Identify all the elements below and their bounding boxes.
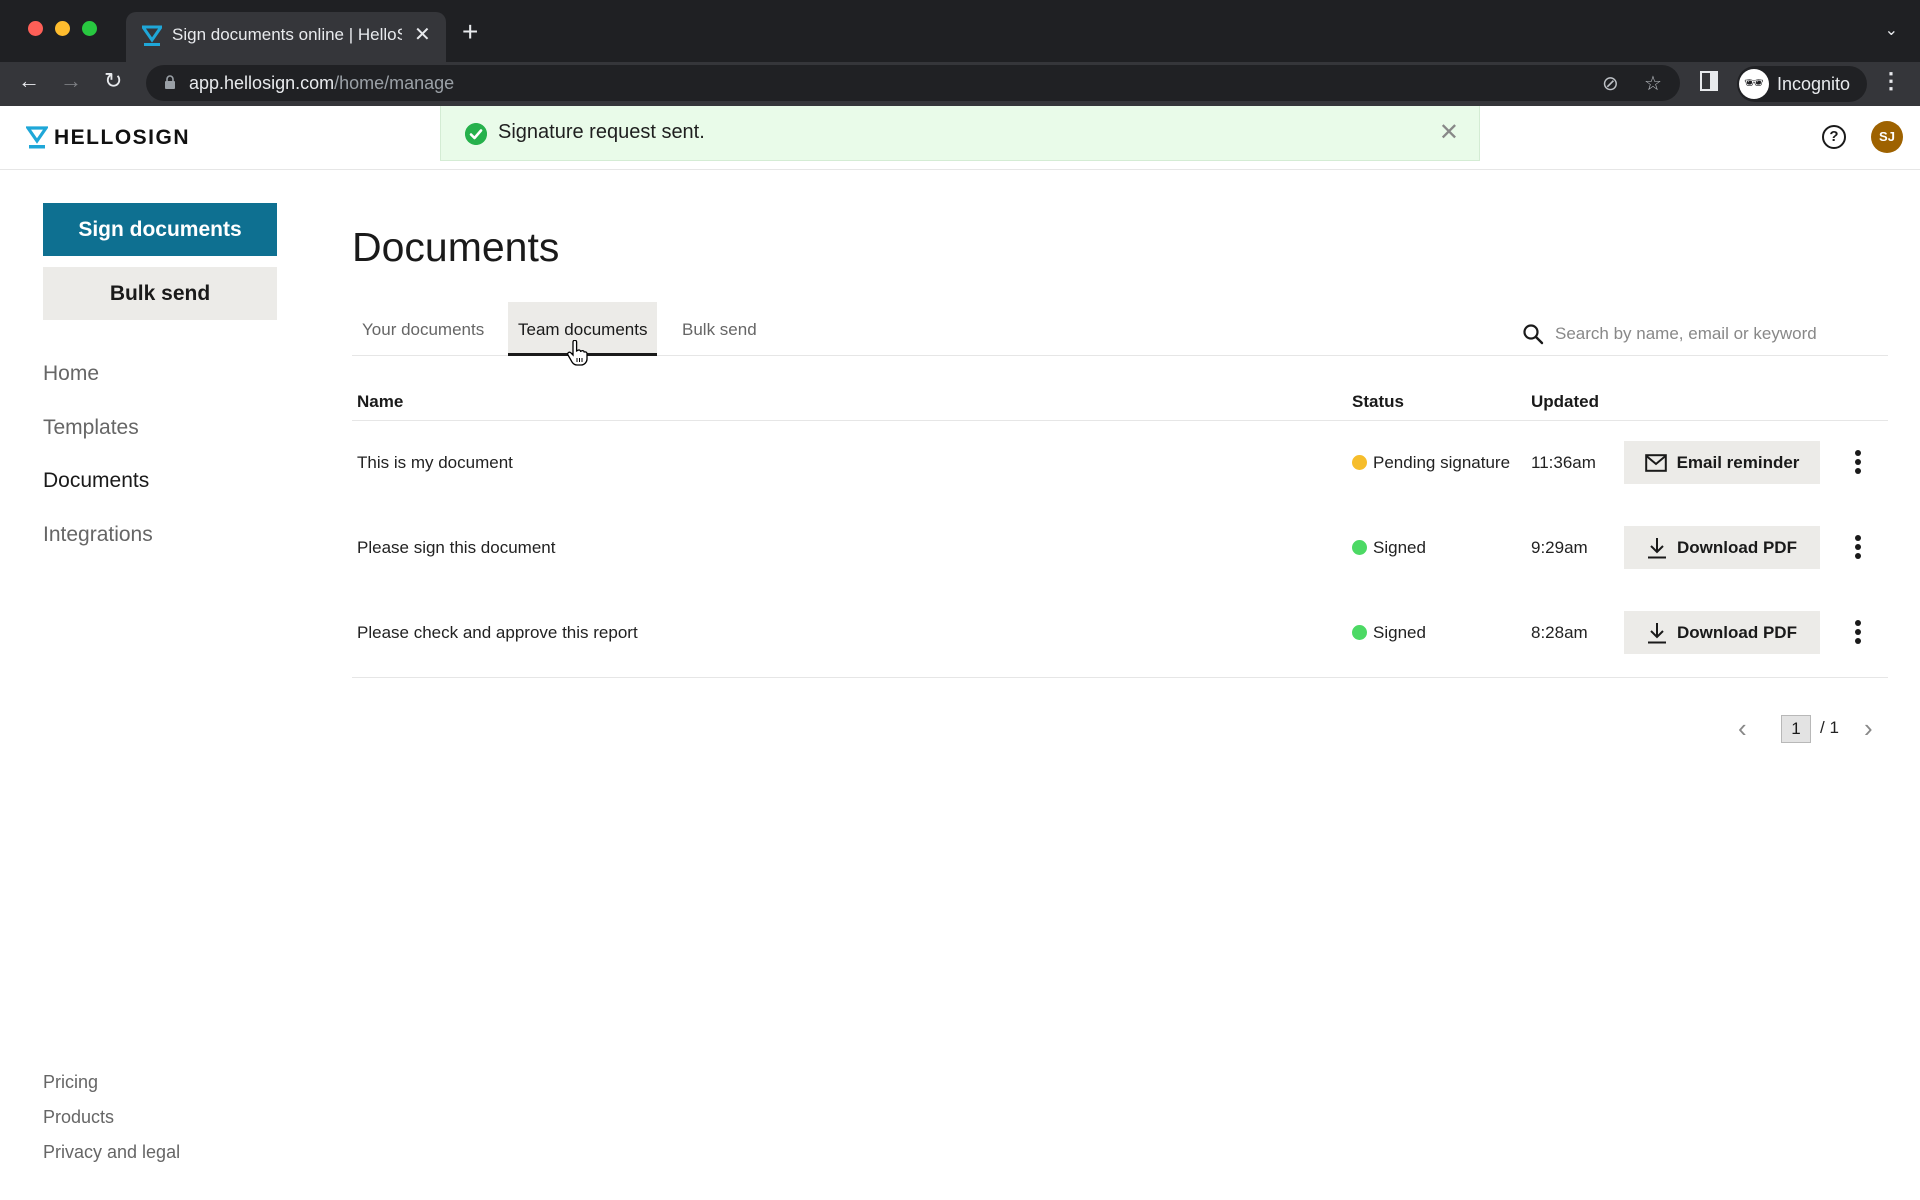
search-input[interactable] xyxy=(1555,318,1885,350)
footer-link-products[interactable]: Products xyxy=(43,1107,180,1142)
column-header-updated[interactable]: Updated xyxy=(1531,392,1599,412)
total-pages: / 1 xyxy=(1820,718,1839,737)
table-header: Name Status Updated xyxy=(352,386,1888,421)
close-toast-icon[interactable]: ✕ xyxy=(1439,118,1459,147)
success-toast: Signature request sent. ✕ xyxy=(440,106,1480,161)
url-text: app.hellosign.com/home/manage xyxy=(189,73,455,93)
bookmark-star-icon[interactable]: ☆ xyxy=(1644,71,1662,96)
hellosign-favicon-icon xyxy=(142,25,162,46)
brand-name: HELLOSIGN xyxy=(54,126,191,149)
address-bar[interactable]: app.hellosign.com/home/manage ⊘ ☆ xyxy=(146,65,1680,101)
hand-pointer-cursor-icon xyxy=(567,340,588,366)
maximize-window-button[interactable] xyxy=(82,21,97,36)
download-pdf-label: Download PDF xyxy=(1677,622,1797,642)
forward-arrow-icon[interactable]: → xyxy=(60,68,82,94)
column-header-name[interactable]: Name xyxy=(357,392,403,412)
column-header-status[interactable]: Status xyxy=(1352,392,1404,412)
status-text: Signed xyxy=(1373,538,1426,557)
lock-icon xyxy=(165,75,175,89)
check-circle-icon xyxy=(465,123,487,145)
status-badge: Signed xyxy=(1352,505,1426,590)
document-name[interactable]: This is my document xyxy=(357,420,513,505)
browser-tab-bar: Sign documents online | HelloSign ✕ + ⌄ xyxy=(0,0,1920,62)
hellosign-logo-icon xyxy=(26,126,48,149)
help-icon[interactable]: ? xyxy=(1822,125,1846,149)
tab-title: Sign documents online | HelloSign xyxy=(172,25,402,44)
download-pdf-button[interactable]: Download PDF xyxy=(1624,611,1820,654)
sidebar-item-templates[interactable]: Templates xyxy=(43,416,153,470)
reload-icon[interactable]: ↻ xyxy=(104,68,122,94)
download-icon xyxy=(1648,537,1667,558)
sign-documents-button[interactable]: Sign documents xyxy=(43,203,277,256)
search-icon xyxy=(1523,324,1544,345)
toast-message: Signature request sent. xyxy=(498,121,705,143)
tab-bulk-send[interactable]: Bulk send xyxy=(672,302,767,356)
updated-time: 8:28am xyxy=(1531,623,1588,642)
new-tab-button[interactable]: + xyxy=(462,16,478,48)
previous-page-chevron-icon[interactable]: ‹ xyxy=(1738,713,1747,743)
tab-search-chevron-icon[interactable]: ⌄ xyxy=(1885,20,1898,40)
browser-menu-kebab-icon[interactable]: ⋮ xyxy=(1880,68,1902,94)
table-row[interactable]: Please sign this document Signed 9:29am … xyxy=(352,505,1888,590)
document-name[interactable]: Please check and approve this report xyxy=(357,590,638,675)
bulk-send-button[interactable]: Bulk send xyxy=(43,267,277,320)
incognito-label: Incognito xyxy=(1777,74,1851,94)
sidebar-item-home[interactable]: Home xyxy=(43,362,153,416)
close-tab-icon[interactable]: ✕ xyxy=(414,22,431,47)
download-icon xyxy=(1648,622,1667,643)
row-more-options-icon[interactable] xyxy=(1852,620,1864,646)
close-window-button[interactable] xyxy=(28,21,43,36)
updated-time: 9:29am xyxy=(1531,538,1588,557)
incognito-profile-button[interactable]: 🕶 Incognito xyxy=(1737,66,1867,102)
status-text: Signed xyxy=(1373,623,1426,642)
table-row[interactable]: Please check and approve this report Sig… xyxy=(352,590,1888,675)
sidebar-item-documents[interactable]: Documents xyxy=(43,469,153,523)
tracking-protection-eye-off-icon[interactable]: ⊘ xyxy=(1602,71,1619,96)
download-pdf-label: Download PDF xyxy=(1677,537,1797,557)
row-more-options-icon[interactable] xyxy=(1852,450,1864,476)
table-row[interactable]: This is my document Pending signature 11… xyxy=(352,420,1888,505)
browser-tab[interactable]: Sign documents online | HelloSign ✕ xyxy=(126,12,446,62)
status-badge: Pending signature xyxy=(1352,420,1510,505)
footer-link-pricing[interactable]: Pricing xyxy=(43,1072,180,1107)
envelope-icon xyxy=(1644,453,1667,472)
status-signed-dot-icon xyxy=(1352,625,1367,640)
next-page-chevron-icon[interactable]: › xyxy=(1864,713,1873,743)
page-title: Documents xyxy=(352,224,560,270)
minimize-window-button[interactable] xyxy=(55,21,70,36)
user-avatar[interactable]: SJ xyxy=(1871,121,1903,153)
footer-link-privacy-legal[interactable]: Privacy and legal xyxy=(43,1142,180,1177)
status-badge: Signed xyxy=(1352,590,1426,675)
updated-time: 11:36am xyxy=(1531,453,1596,472)
sidebar-nav: Home Templates Documents Integrations xyxy=(43,362,153,576)
email-reminder-button[interactable]: Email reminder xyxy=(1624,441,1820,484)
document-name[interactable]: Please sign this document xyxy=(357,505,555,590)
download-pdf-button[interactable]: Download PDF xyxy=(1624,526,1820,569)
incognito-icon: 🕶 xyxy=(1739,69,1769,99)
back-arrow-icon[interactable]: ← xyxy=(18,68,40,94)
email-reminder-label: Email reminder xyxy=(1676,452,1800,472)
side-panel-icon[interactable] xyxy=(1700,71,1718,91)
current-page-input[interactable]: 1 xyxy=(1781,715,1811,743)
table-divider xyxy=(352,677,1888,678)
browser-toolbar: ← → ↻ app.hellosign.com/home/manage ⊘ ☆ … xyxy=(0,62,1920,106)
row-more-options-icon[interactable] xyxy=(1852,535,1864,561)
status-text: Pending signature xyxy=(1373,453,1511,472)
status-signed-dot-icon xyxy=(1352,540,1367,555)
hellosign-logo[interactable]: HELLOSIGN xyxy=(26,126,190,150)
tab-your-documents[interactable]: Your documents xyxy=(352,302,494,356)
status-pending-dot-icon xyxy=(1352,455,1367,470)
sidebar-item-integrations[interactable]: Integrations xyxy=(43,523,153,577)
app-header: HELLOSIGN Signature request sent. ✕ ? SJ xyxy=(0,106,1920,170)
sidebar-footer: Pricing Products Privacy and legal xyxy=(43,1072,180,1177)
